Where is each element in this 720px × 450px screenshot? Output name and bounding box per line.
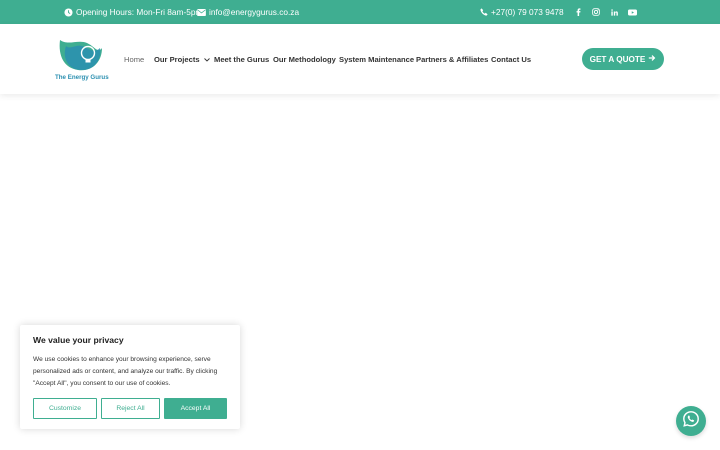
clock-icon (64, 7, 73, 17)
logo-text: The Energy Gurus (55, 74, 109, 81)
facebook-icon[interactable] (572, 0, 584, 24)
nav-partners-affiliates[interactable]: Partners & Affiliates (416, 24, 488, 94)
phone-icon (480, 8, 488, 16)
site-header: The Energy Gurus Home Our Projects Meet … (0, 24, 720, 94)
nav-home[interactable]: Home (124, 24, 144, 94)
instagram-icon[interactable] (590, 0, 602, 24)
linkedin-icon[interactable] (608, 0, 620, 24)
phone-text: +27(0) 79 073 9478 (491, 7, 564, 17)
reject-all-button[interactable]: Reject All (101, 398, 160, 419)
nav-our-projects[interactable]: Our Projects (154, 24, 210, 94)
nav-meet-the-gurus[interactable]: Meet the Gurus (214, 24, 269, 94)
envelope-icon (197, 8, 206, 16)
nav-our-methodology[interactable]: Our Methodology (273, 24, 336, 94)
nav-our-projects-label: Our Projects (154, 54, 200, 64)
nav-system-maintenance[interactable]: System Maintenance (339, 24, 414, 94)
cookie-consent-panel: We value your privacy We use cookies to … (20, 325, 240, 429)
nav-contact-us[interactable]: Contact Us (491, 24, 531, 94)
cookie-description: We use cookies to enhance your browsing … (33, 356, 218, 387)
chevron-down-icon (203, 55, 210, 64)
top-bar: Opening Hours: Mon-Fri 8am-5pm info@ener… (0, 0, 720, 24)
email-link[interactable]: info@energygurus.co.za (197, 0, 299, 24)
email-text: info@energygurus.co.za (209, 7, 300, 17)
get-a-quote-label: GET A QUOTE (589, 54, 646, 64)
arrow-right-icon (648, 54, 656, 64)
phone-link[interactable]: +27(0) 79 073 9478 (480, 0, 564, 24)
whatsapp-icon (682, 410, 700, 433)
opening-hours: Opening Hours: Mon-Fri 8am-5pm (64, 0, 202, 24)
youtube-icon[interactable] (626, 0, 638, 24)
get-a-quote-button[interactable]: GET A QUOTE (582, 48, 664, 70)
accept-all-button[interactable]: Accept All (164, 398, 227, 419)
cookie-title: We value your privacy (33, 335, 124, 345)
opening-hours-text: Opening Hours: Mon-Fri 8am-5pm (76, 7, 203, 17)
customize-button[interactable]: Customize (33, 398, 97, 419)
whatsapp-chat-button[interactable] (676, 406, 706, 436)
